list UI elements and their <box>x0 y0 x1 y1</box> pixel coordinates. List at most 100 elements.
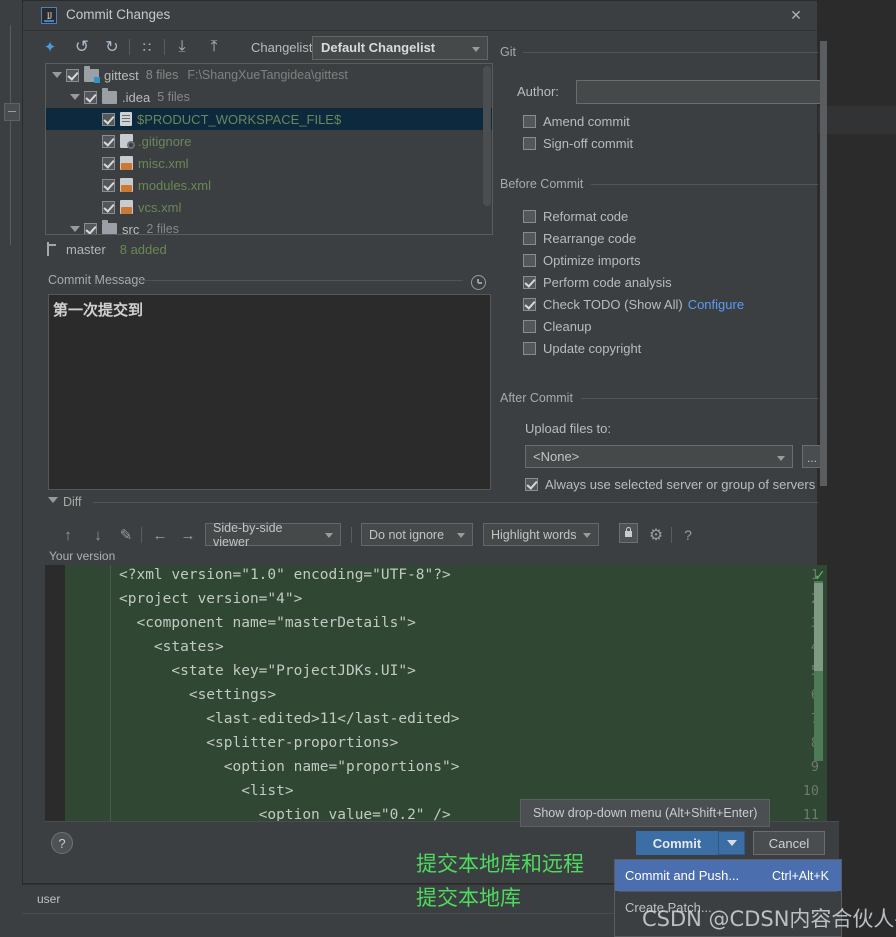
tree-scrollbar[interactable] <box>483 66 491 206</box>
highlight-mode-value: Highlight words <box>491 527 577 542</box>
browse-servers-button[interactable]: ... <box>802 445 822 468</box>
tree-row[interactable]: misc.xml <box>46 152 492 174</box>
previous-difference-icon[interactable]: ↑ <box>57 524 79 546</box>
viewer-mode-select[interactable]: Side-by-side viewer <box>205 521 341 549</box>
tree-row[interactable]: .gitignore <box>46 130 492 152</box>
signoff-commit-checkbox[interactable] <box>523 136 536 150</box>
commit-button[interactable]: Commit <box>636 831 718 855</box>
diff-scrollbar-thumb[interactable] <box>814 583 823 671</box>
screenshot-root: IJ Commit Changes ✕ ✦ ↺ ↻ ∷ ⤓ ⤒ Changeli… <box>0 0 896 937</box>
tree-row[interactable]: .idea 5 files <box>46 86 492 108</box>
tree-expand-icon[interactable] <box>70 226 80 232</box>
tree-row[interactable]: vcs.xml <box>46 196 492 218</box>
tree-row-name: .idea <box>122 89 151 105</box>
watermark: CSDN @CDSN内容合伙人-秃头 <box>642 907 896 931</box>
close-icon[interactable]: ✕ <box>785 5 807 25</box>
changes-toolbar: ✦ ↺ ↻ ∷ ⤓ ⤒ Changelist: Default Changeli… <box>23 31 817 63</box>
tree-row-name: gittest <box>104 67 139 83</box>
rearrange-code-checkbox[interactable] <box>523 231 536 245</box>
after-commit-rule <box>581 398 818 399</box>
diff-code-pane[interactable]: 1 <?xml version="1.0" encoding="UTF-8"?> 2… <box>45 565 827 821</box>
changelist-select[interactable]: Default Changelist <box>312 36 488 60</box>
tree-row-checkbox[interactable] <box>102 112 115 126</box>
refresh-icon[interactable]: ↻ <box>101 37 123 57</box>
changed-files-tree[interactable]: gittest 8 files F:\ShangXueTangidea\gittes… <box>45 63 493 235</box>
help-button[interactable]: ? <box>51 832 73 854</box>
signoff-commit-option[interactable]: Sign-off commit <box>523 132 633 154</box>
tree-expand-icon[interactable] <box>52 72 62 78</box>
edit-source-icon[interactable]: ✎ <box>115 524 137 546</box>
configure-link[interactable]: Configure <box>688 297 744 312</box>
refresh-changes-icon[interactable]: ✦ <box>39 37 61 57</box>
tree-row[interactable]: src 2 files <box>46 218 492 234</box>
always-use-server-option[interactable]: Always use selected server or group of s… <box>525 473 815 495</box>
commit-message-input[interactable]: 第一次提交到 <box>48 294 491 490</box>
tree-expand-icon[interactable] <box>70 94 80 100</box>
git-section-rule <box>523 52 818 53</box>
collapse-all-icon[interactable]: ⤒ <box>203 37 225 57</box>
tree-row-name: misc.xml <box>138 155 189 171</box>
group-by-icon[interactable]: ∷ <box>137 36 157 58</box>
tree-row-name: modules.xml <box>138 177 211 193</box>
splitter-handle[interactable] <box>4 103 20 121</box>
commit-dropdown-button[interactable] <box>718 831 745 855</box>
before-commit-options: Reformat code Rearrange code Optimize im… <box>523 205 744 359</box>
xml-file-icon <box>120 200 133 214</box>
options-scrollbar[interactable] <box>820 41 827 486</box>
rollback-icon[interactable]: ↺ <box>71 37 93 57</box>
cleanup-checkbox[interactable] <box>523 319 536 333</box>
author-field[interactable] <box>576 80 822 104</box>
lock-icon[interactable] <box>619 523 638 543</box>
accept-right-icon[interactable]: → <box>177 524 199 546</box>
optimize-imports-checkbox[interactable] <box>523 253 536 267</box>
background-ide-right-strip <box>818 0 896 937</box>
annotation-commit-and-push: 提交本地库和远程 <box>416 852 584 876</box>
diff-collapse-icon[interactable] <box>48 497 58 503</box>
tree-row[interactable]: gittest 8 files F:\ShangXueTangidea\gittes… <box>46 64 492 86</box>
accept-left-icon[interactable]: ← <box>149 524 171 546</box>
tree-row[interactable]: modules.xml <box>46 174 492 196</box>
help-question-icon[interactable]: ? <box>677 524 699 546</box>
reformat-code-option[interactable]: Reformat code <box>523 205 744 227</box>
expand-all-icon[interactable]: ⤓ <box>171 37 193 57</box>
tree-row-checkbox[interactable] <box>102 134 115 148</box>
rearrange-code-label: Rearrange code <box>543 230 637 246</box>
tree-row-checkbox[interactable] <box>84 222 97 234</box>
optimize-imports-option[interactable]: Optimize imports <box>523 249 744 271</box>
amend-commit-option[interactable]: Amend commit <box>523 110 633 132</box>
chevron-down-icon <box>472 47 480 52</box>
reformat-code-checkbox[interactable] <box>523 209 536 223</box>
commit-changes-dialog: IJ Commit Changes ✕ ✦ ↺ ↻ ∷ ⤓ ⤒ Changeli… <box>22 0 839 884</box>
always-use-server-checkbox[interactable] <box>525 477 538 491</box>
tree-row-checkbox[interactable] <box>102 178 115 192</box>
tree-row-file-count: 8 files <box>145 68 179 82</box>
code-line-text: <option value="0.2" /> <box>119 807 451 821</box>
rearrange-code-option[interactable]: Rearrange code <box>523 227 744 249</box>
added-count: 8 added <box>119 241 167 257</box>
tree-row-checkbox[interactable] <box>66 68 79 82</box>
ignore-mode-select[interactable]: Do not ignore <box>361 523 473 546</box>
cleanup-option[interactable]: Cleanup <box>523 315 744 337</box>
upload-server-select[interactable]: <None> <box>525 445 793 468</box>
check-todo-option[interactable]: Check TODO (Show All) Configure <box>523 293 744 315</box>
tree-row-checkbox[interactable] <box>102 156 115 170</box>
cancel-button[interactable]: Cancel <box>753 831 825 855</box>
clock-history-icon[interactable] <box>471 275 486 290</box>
tree-row-checkbox[interactable] <box>102 200 115 214</box>
settings-gear-icon[interactable]: ⚙ <box>645 524 667 546</box>
highlight-mode-select[interactable]: Highlight words <box>483 523 599 546</box>
perform-code-analysis-checkbox[interactable] <box>523 275 536 289</box>
perform-code-analysis-option[interactable]: Perform code analysis <box>523 271 744 293</box>
check-todo-checkbox[interactable] <box>523 297 536 311</box>
amend-commit-checkbox[interactable] <box>523 114 536 128</box>
author-label: Author: <box>517 84 559 99</box>
update-copyright-option[interactable]: Update copyright <box>523 337 744 359</box>
always-use-server-label: Always use selected server or group of s… <box>545 476 816 492</box>
tree-row-checkbox[interactable] <box>84 90 97 104</box>
next-difference-icon[interactable]: ↓ <box>87 524 109 546</box>
code-line-number: 4 <box>779 639 819 655</box>
tree-row[interactable]: $PRODUCT_WORKSPACE_FILE$ <box>46 108 492 130</box>
update-copyright-checkbox[interactable] <box>523 341 536 355</box>
tree-row-name: $PRODUCT_WORKSPACE_FILE$ <box>137 111 342 127</box>
menu-item-commit-and-push[interactable]: Commit and Push... Ctrl+Alt+K <box>615 860 841 891</box>
